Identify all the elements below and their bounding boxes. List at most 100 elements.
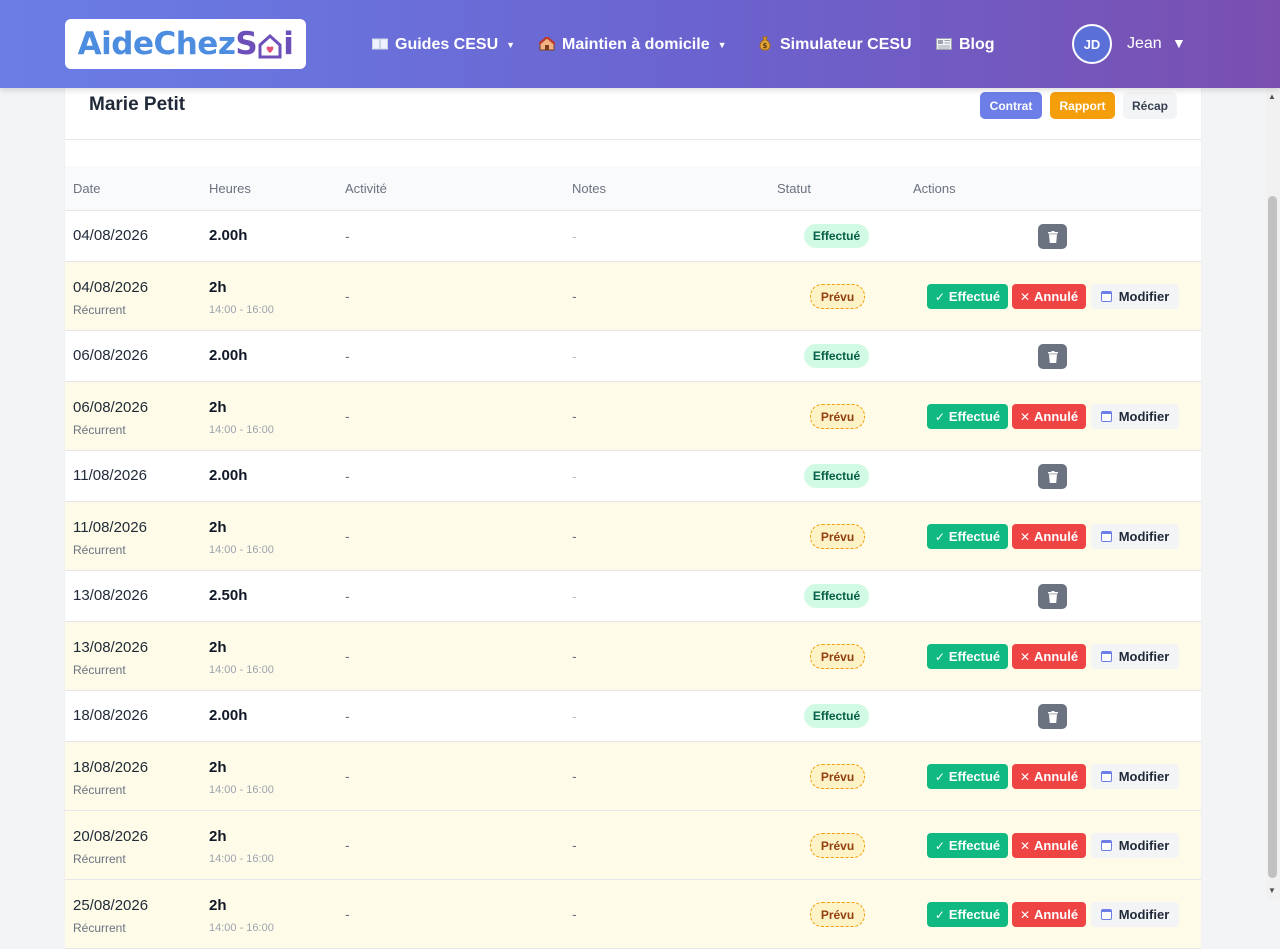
row-activity: - <box>345 648 350 664</box>
rapport-button[interactable]: Rapport <box>1050 92 1115 119</box>
row-notes: - <box>572 468 577 484</box>
row-hours: 2h <box>209 279 227 296</box>
row-notes: - <box>572 528 577 544</box>
cancel-session-button[interactable]: ✕ Annulé <box>1012 284 1086 309</box>
nav-label: Guides CESU <box>395 36 499 53</box>
edit-session-button[interactable]: Modifier <box>1091 404 1179 429</box>
edit-session-label: Modifier <box>1118 838 1170 853</box>
edit-session-button[interactable]: Modifier <box>1091 833 1179 858</box>
trash-icon <box>1047 590 1058 603</box>
mark-done-label: Effectué <box>948 838 1001 853</box>
logo-house-icon <box>258 31 282 59</box>
row-time-range: 14:00 - 16:00 <box>209 544 274 556</box>
delete-button[interactable] <box>1038 464 1067 489</box>
table-row: 13/08/2026 Récurrent 2h 14:00 - 16:00 - - Prév… <box>65 622 1201 691</box>
mark-done-label: Effectué <box>948 907 1001 922</box>
table-row: 18/08/2026 Récurrent 2h 14:00 - 16:00 - - Prév… <box>65 742 1201 811</box>
cancel-session-label: Annulé <box>1034 289 1079 304</box>
status-badge: Prévu <box>810 764 865 789</box>
edit-session-label: Modifier <box>1118 649 1170 664</box>
mark-done-button[interactable]: ✓ Effectué <box>927 644 1008 669</box>
row-notes: - <box>572 228 577 244</box>
user-menu-caret-icon[interactable]: ▼ <box>1172 35 1186 51</box>
cancel-session-button[interactable]: ✕ Annulé <box>1012 644 1086 669</box>
calendar-icon <box>1100 909 1112 920</box>
cancel-session-button[interactable]: ✕ Annulé <box>1012 764 1086 789</box>
row-date: 11/08/2026 <box>73 519 147 536</box>
chevron-down-icon: ▼ <box>506 40 516 50</box>
page-scrollbar-thumb[interactable] <box>1268 196 1277 878</box>
cancel-session-button[interactable]: ✕ Annulé <box>1012 404 1086 429</box>
scroll-down-arrow-icon[interactable]: ▼ <box>1268 886 1276 895</box>
mark-done-label: Effectué <box>948 769 1001 784</box>
row-notes: - <box>572 348 577 364</box>
calendar-icon <box>1100 411 1112 422</box>
close-icon: ✕ <box>1019 289 1030 304</box>
mark-done-button[interactable]: ✓ Effectué <box>927 902 1008 927</box>
cancel-session-label: Annulé <box>1034 649 1079 664</box>
row-hours: 2h <box>209 639 227 656</box>
column-header-statut: Statut <box>777 181 811 196</box>
row-date: 04/08/2026 <box>73 227 149 244</box>
table-row: 04/08/2026 Récurrent 2h 14:00 - 16:00 - - Prév… <box>65 262 1201 331</box>
trash-icon <box>1047 350 1058 363</box>
mark-done-button[interactable]: ✓ Effectué <box>927 524 1008 549</box>
status-badge: Effectué <box>804 584 869 608</box>
recap-button[interactable]: Récap <box>1123 92 1177 119</box>
row-hours: 2h <box>209 759 227 776</box>
cancel-session-label: Annulé <box>1034 529 1079 544</box>
edit-session-button[interactable]: Modifier <box>1091 644 1179 669</box>
delete-button[interactable] <box>1038 704 1067 729</box>
user-avatar[interactable]: JD <box>1072 24 1112 64</box>
contrat-button[interactable]: Contrat <box>980 92 1042 119</box>
nav-maintien-domicile[interactable]: Maintien à domicile ▼ <box>538 35 727 55</box>
delete-button[interactable] <box>1038 344 1067 369</box>
cancel-session-label: Annulé <box>1034 409 1079 424</box>
mark-done-button[interactable]: ✓ Effectué <box>927 764 1008 789</box>
cancel-session-label: Annulé <box>1034 769 1079 784</box>
cancel-session-button[interactable]: ✕ Annulé <box>1012 524 1086 549</box>
row-date: 06/08/2026 <box>73 347 149 364</box>
logo-text-part1: AideChez <box>77 26 236 62</box>
nav-simulateur-cesu[interactable]: $ Simulateur CESU <box>757 35 912 55</box>
row-date: 13/08/2026 <box>73 639 149 656</box>
table-row: 13/08/2026 2.50h - - Effectué <box>65 571 1201 622</box>
delete-button[interactable] <box>1038 224 1067 249</box>
cancel-session-button[interactable]: ✕ Annulé <box>1012 833 1086 858</box>
status-badge: Effectué <box>804 224 869 248</box>
mark-done-button[interactable]: ✓ Effectué <box>927 404 1008 429</box>
check-icon: ✓ <box>934 838 945 853</box>
edit-session-label: Modifier <box>1118 907 1170 922</box>
nav-guides-cesu[interactable]: Guides CESU ▼ <box>372 35 515 55</box>
cancel-session-button[interactable]: ✕ Annulé <box>1012 902 1086 927</box>
top-navbar: AideChez Si Guides CESU ▼ Maintien à domi… <box>0 0 1280 88</box>
edit-session-button[interactable]: Modifier <box>1091 902 1179 927</box>
edit-session-button[interactable]: Modifier <box>1091 524 1179 549</box>
close-icon: ✕ <box>1019 529 1030 544</box>
site-logo[interactable]: AideChez Si <box>65 19 306 69</box>
edit-session-button[interactable]: Modifier <box>1091 764 1179 789</box>
row-activity: - <box>345 768 350 784</box>
row-date: 18/08/2026 <box>73 707 149 724</box>
money-bag-icon: $ <box>757 36 773 54</box>
row-recurrence-label: Récurrent <box>73 543 126 557</box>
nav-blog[interactable]: Blog <box>936 35 995 55</box>
card-header: Marie Petit Contrat Rapport Récap <box>65 88 1201 140</box>
status-badge: Prévu <box>810 284 865 309</box>
mark-done-button[interactable]: ✓ Effectué <box>927 284 1008 309</box>
mark-done-label: Effectué <box>948 529 1001 544</box>
mark-done-button[interactable]: ✓ Effectué <box>927 833 1008 858</box>
scroll-up-arrow-icon[interactable]: ▲ <box>1268 92 1276 101</box>
row-time-range: 14:00 - 16:00 <box>209 424 274 436</box>
edit-session-button[interactable]: Modifier <box>1091 284 1179 309</box>
newspaper-icon <box>936 37 952 53</box>
user-name[interactable]: Jean <box>1127 35 1162 53</box>
row-time-range: 14:00 - 16:00 <box>209 664 274 676</box>
row-recurrence-label: Récurrent <box>73 423 126 437</box>
nav-label: Blog <box>959 36 995 53</box>
row-date: 20/08/2026 <box>73 828 149 845</box>
delete-button[interactable] <box>1038 584 1067 609</box>
check-icon: ✓ <box>934 907 945 922</box>
house-icon <box>538 35 556 54</box>
row-activity: - <box>345 408 350 424</box>
